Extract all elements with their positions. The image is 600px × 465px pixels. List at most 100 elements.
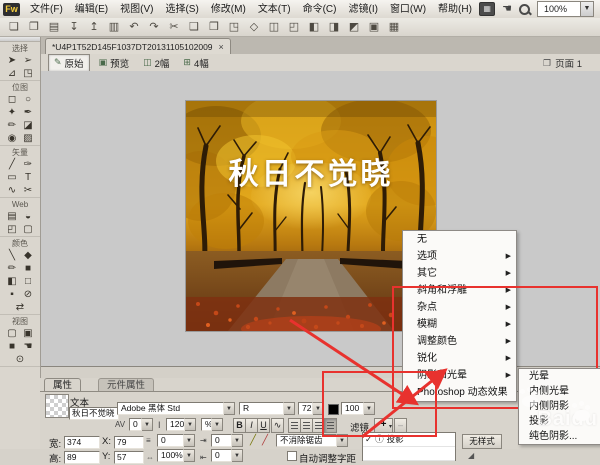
filter-list-empty-row[interactable] [363,447,455,461]
info-icon[interactable]: ⓘ [375,433,384,446]
slice-tool[interactable]: ▤ [4,210,20,223]
menu-edit[interactable]: 编辑(E) [69,1,114,18]
font-size-select[interactable]: 72 ▼ [298,402,324,415]
autumn-image[interactable]: 秋日不觉晓 [185,100,437,332]
chevron-down-icon[interactable]: ▼ [284,402,295,415]
filter-shadow-glow[interactable]: 阴影和光晕 ▶ [403,367,516,384]
chevron-down-icon[interactable]: ▼ [232,449,243,462]
preview-window-icon[interactable]: ▦ [384,20,404,35]
check-icon[interactable]: ✓ [365,433,372,446]
underline-button[interactable]: U [257,418,270,433]
anti-alias-select[interactable]: 不消除锯齿 ▼ [276,434,348,447]
filter-adjust-color[interactable]: 调整颜色 ▶ [403,333,516,350]
submenu-solid-shadow[interactable]: 纯色阴影... [519,429,600,444]
chevron-down-icon[interactable]: ▼ [212,418,223,431]
menu-modify[interactable]: 修改(M) [205,1,252,18]
chevron-down-icon[interactable]: ▼ [184,434,195,447]
ungroup-icon[interactable]: ◰ [284,20,304,35]
preview-2up[interactable]: ◫ 2幅 [138,55,174,71]
chevron-down-icon[interactable]: ▼ [337,434,348,447]
filter-none[interactable]: 无 [403,231,516,248]
height-field[interactable]: 89 [64,451,100,464]
undo-icon[interactable]: ↶ [124,20,144,35]
leading-unit-select[interactable]: % ▼ [201,418,223,431]
zoom-level-select[interactable]: 100% ▼ [537,1,594,17]
close-icon[interactable]: × [219,42,224,52]
arrange-icon[interactable]: ▣ [364,20,384,35]
standard-screen-mode[interactable]: ▢ [4,327,20,340]
indent-select[interactable]: 0 ▼ [157,434,195,447]
eraser-tool[interactable]: ◪ [20,119,36,132]
menu-view[interactable]: 视图(V) [114,1,159,18]
hand-tool-icon[interactable]: ☚ [502,2,512,16]
hide-slices-tool[interactable]: ▢ [20,223,36,236]
magic-wand-tool[interactable]: ✦ [4,106,20,119]
brush-tool[interactable]: ✒ [20,106,36,119]
chevron-down-icon[interactable]: ▼ [142,418,153,431]
align-left-icon[interactable]: ◧ [304,20,324,35]
pointer-tool[interactable]: ➤ [4,54,20,67]
menu-commands[interactable]: 命令(C) [297,1,343,18]
hand-tool[interactable]: ☚ [20,340,36,353]
chevron-down-icon[interactable]: ▼ [185,418,196,431]
preview-original[interactable]: ✎ 原始 [48,54,90,72]
line-tool[interactable]: ╱ [4,158,20,171]
preview-4up[interactable]: ⊞ 4幅 [178,55,213,71]
strikethrough-button[interactable]: ∿ [271,418,284,433]
style-select[interactable]: 无样式 [462,434,502,449]
space-before-select[interactable]: 0 ▼ [211,434,243,447]
page-indicator[interactable]: ❐ 页面 1 [543,56,582,70]
submenu-inner-shadow[interactable]: 内侧阴影 [519,399,600,414]
cut-icon[interactable]: ✂ [164,20,184,35]
stroke-color-well[interactable]: ✏ [4,262,20,275]
font-style-select[interactable]: R ▼ [239,402,295,415]
auto-kern-checkbox[interactable] [287,451,297,461]
fill-swatch[interactable]: □ [20,275,36,288]
chevron-down-icon[interactable]: ▼ [224,402,235,415]
menu-filters[interactable]: 滤镜(I) [342,1,383,18]
chevron-down-icon[interactable]: ▼ [580,2,593,16]
fill-color-well[interactable]: ◧ [4,275,20,288]
subselection-tool[interactable]: ➢ [20,54,36,67]
new-document-icon[interactable]: ❏ [4,20,24,35]
paint-bucket-tool[interactable]: ◆ [20,249,36,262]
stroke-swatch[interactable]: ■ [20,262,36,275]
horizontal-scale-select[interactable]: 100% ▼ [157,449,195,462]
font-family-select[interactable]: Adobe 黑体 Std ▼ [117,402,235,415]
chevron-down-icon[interactable]: ▼ [184,449,195,462]
kerning-select[interactable]: 0 ▼ [129,418,153,431]
pen-tool[interactable]: ✑ [20,158,36,171]
rectangle-tool[interactable]: ▭ [4,171,20,184]
free-transform-icon[interactable]: ◇ [244,20,264,35]
crop-icon[interactable]: ◳ [224,20,244,35]
width-field[interactable]: 374 [64,436,100,449]
group-icon[interactable]: ◫ [264,20,284,35]
tab-symbol-properties[interactable]: 元件属性 [98,378,154,392]
lasso-tool[interactable]: ○ [20,93,36,106]
marquee-tool[interactable]: ◻ [4,93,20,106]
submenu-drop-shadow[interactable]: 投影 [519,414,600,429]
knife-tool[interactable]: ✂ [20,184,36,197]
text-tool[interactable]: T [20,171,36,184]
tab-properties[interactable]: 属性 [44,378,81,392]
menu-select[interactable]: 选择(S) [159,1,204,18]
stroke-pen-icon[interactable]: ╱ [250,435,256,446]
filter-sharpen[interactable]: 锐化 ▶ [403,350,516,367]
no-color[interactable]: ⊘ [20,288,36,301]
rubber-stamp-tool[interactable]: ▨ [20,132,36,145]
chevron-down-icon[interactable]: ▼ [232,434,243,447]
remove-filter-button[interactable]: – [394,418,407,433]
polygon-slice-tool[interactable]: ◰ [4,223,20,236]
preview-preview[interactable]: ▣ 预览 [94,55,135,71]
import-icon[interactable]: ↧ [64,20,84,35]
crop-tool[interactable]: ◳ [20,67,36,80]
chevron-down-icon[interactable]: ▼ [364,402,375,415]
leading-select[interactable]: 120 ▼ [166,418,196,431]
open-icon[interactable]: ❐ [24,20,44,35]
y-field[interactable]: 57 [114,451,144,464]
filter-photoshop-live[interactable]: Photoshop 动态效果 [403,384,516,401]
zoom-tool[interactable]: ⊙ [12,353,28,366]
filter-options[interactable]: 选项 ▶ [403,248,516,265]
opacity-select[interactable]: 100 ▼ [341,402,375,415]
print-icon[interactable]: ▥ [104,20,124,35]
